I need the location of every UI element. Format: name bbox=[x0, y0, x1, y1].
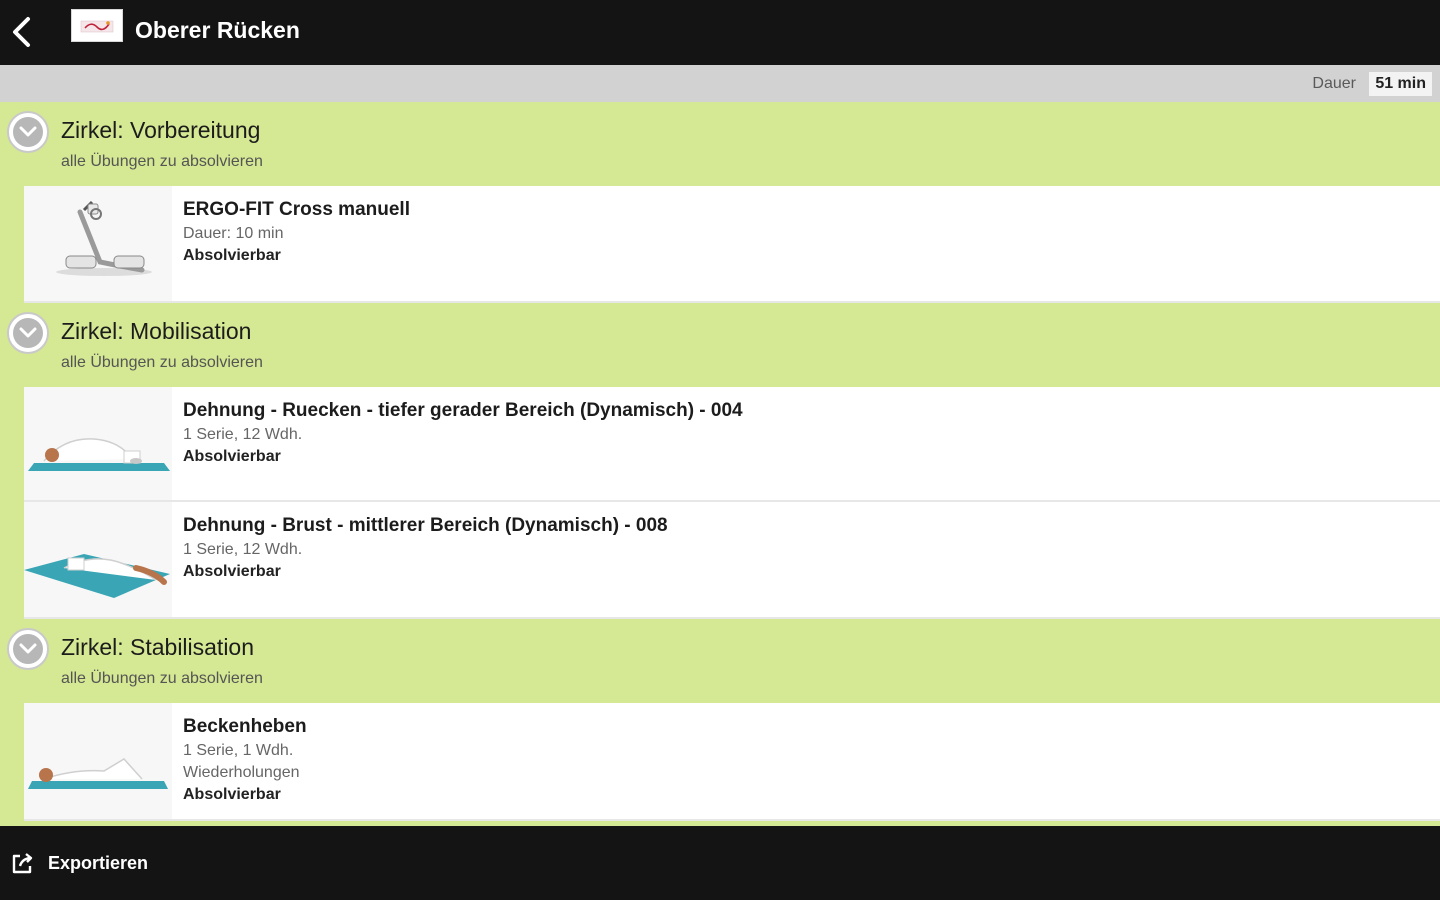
exercise-name: ERGO-FIT Cross manuell bbox=[183, 199, 410, 220]
circle-header[interactable]: Zirkel: Vorbereitung alle Übungen zu abs… bbox=[0, 102, 1440, 186]
exercise-detail: 1 Serie, 12 Wdh. bbox=[183, 426, 303, 443]
chevron-down-icon bbox=[19, 643, 37, 654]
app-logo bbox=[71, 9, 123, 42]
top-app-bar: Oberer Rücken bbox=[0, 0, 1440, 65]
export-label: Exportieren bbox=[48, 852, 149, 873]
exercise-item[interactable]: ERGO-FIT Cross manuell Dauer: 10 min Abs… bbox=[24, 186, 1440, 303]
circle-header[interactable]: Zirkel: Mobilisation alle Übungen zu abs… bbox=[0, 303, 1440, 387]
exercise-image bbox=[24, 703, 172, 819]
share-export-icon bbox=[12, 853, 33, 874]
pelvic-lift bbox=[24, 703, 172, 819]
exercise-status: Absolvierbar bbox=[183, 448, 281, 465]
circle-stabilisation: Zirkel: Stabilisation alle Übungen zu ab… bbox=[0, 619, 1440, 821]
circle-subtitle: alle Übungen zu absolvieren bbox=[61, 354, 263, 371]
exercise-item[interactable]: Beckenheben 1 Serie, 1 Wdh. Wiederholung… bbox=[24, 703, 1440, 821]
stretch-lying-twist bbox=[24, 502, 172, 617]
collapse-toggle[interactable] bbox=[7, 111, 49, 153]
exercise-name: Dehnung - Ruecken - tiefer gerader Berei… bbox=[183, 400, 743, 421]
circle-subtitle: alle Übungen zu absolvieren bbox=[61, 670, 263, 687]
duration-value: 51 min bbox=[1369, 72, 1432, 96]
stretch-child-pose bbox=[24, 387, 172, 500]
chevron-left-icon bbox=[13, 17, 30, 47]
exercise-status: Absolvierbar bbox=[183, 786, 281, 803]
export-button[interactable]: Exportieren bbox=[10, 848, 148, 878]
logo-icon bbox=[80, 20, 114, 32]
circle-list: Zirkel: Vorbereitung alle Übungen zu abs… bbox=[0, 102, 1440, 826]
circle-mobilisation: Zirkel: Mobilisation alle Übungen zu abs… bbox=[0, 303, 1440, 619]
exercise-image bbox=[24, 186, 172, 301]
cross-trainer-machine bbox=[24, 186, 172, 301]
exercise-image bbox=[24, 387, 172, 500]
circle-title: Zirkel: Vorbereitung bbox=[61, 117, 261, 143]
circle-title: Zirkel: Stabilisation bbox=[61, 634, 255, 660]
exercise-name: Dehnung - Brust - mittlerer Bereich (Dyn… bbox=[183, 515, 668, 536]
duration-label: Dauer bbox=[1312, 75, 1356, 92]
exercise-detail: 1 Serie, 1 Wdh. bbox=[183, 742, 294, 759]
page-title: Oberer Rücken bbox=[135, 17, 300, 43]
back-button[interactable] bbox=[8, 14, 36, 50]
exercise-detail: 1 Serie, 12 Wdh. bbox=[183, 541, 303, 558]
circle-header[interactable]: Zirkel: Stabilisation alle Übungen zu ab… bbox=[0, 619, 1440, 703]
exercise-detail: Wiederholungen bbox=[183, 764, 300, 781]
duration-bar: Dauer 51 min bbox=[0, 65, 1440, 102]
chevron-down-icon bbox=[19, 126, 37, 137]
exercise-detail: Dauer: 10 min bbox=[183, 225, 284, 242]
chevron-down-icon bbox=[19, 327, 37, 338]
exercise-status: Absolvierbar bbox=[183, 563, 281, 580]
exercise-item[interactable]: Dehnung - Ruecken - tiefer gerader Berei… bbox=[24, 387, 1440, 502]
circle-title: Zirkel: Mobilisation bbox=[61, 318, 252, 344]
exercise-status: Absolvierbar bbox=[183, 247, 281, 264]
collapse-toggle[interactable] bbox=[7, 312, 49, 354]
bottom-action-bar: Exportieren bbox=[0, 826, 1440, 900]
circle-vorbereitung: Zirkel: Vorbereitung alle Übungen zu abs… bbox=[0, 102, 1440, 303]
collapse-toggle[interactable] bbox=[7, 628, 49, 670]
exercise-name: Beckenheben bbox=[183, 716, 307, 737]
exercise-image bbox=[24, 502, 172, 617]
exercise-item[interactable]: Dehnung - Brust - mittlerer Bereich (Dyn… bbox=[24, 502, 1440, 619]
circle-subtitle: alle Übungen zu absolvieren bbox=[61, 153, 263, 170]
